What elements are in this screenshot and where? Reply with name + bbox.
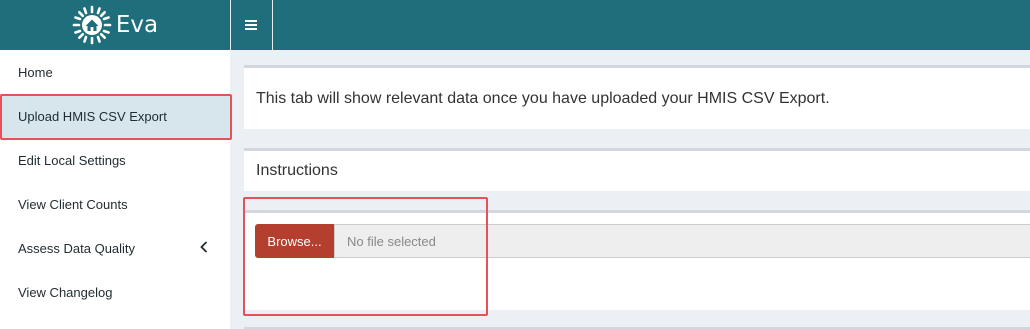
notice-box: This tab will show relevant data once yo…: [244, 65, 1030, 129]
sun-house-logo: [72, 5, 112, 45]
sidebar-item-label: View Client Counts: [18, 196, 128, 212]
sidebar-item-home[interactable]: Home: [0, 50, 230, 94]
instructions-title: Instructions: [256, 162, 338, 179]
sidebar-item-view-client-counts[interactable]: View Client Counts: [0, 182, 230, 226]
sidebar-item-view-changelog[interactable]: View Changelog: [0, 270, 230, 314]
notice-text: This tab will show relevant data once yo…: [256, 89, 830, 107]
sidebar-item-label: Assess Data Quality: [18, 240, 136, 256]
file-upload-input[interactable]: Browse... No file selected: [255, 224, 1030, 258]
sidebar-item-label: Edit Local Settings: [18, 152, 126, 168]
brand-logo-link[interactable]: Eva: [0, 0, 230, 50]
sidebar-item-label: Upload HMIS CSV Export: [18, 108, 167, 124]
sidebar-item-label: View Changelog: [18, 284, 113, 300]
sidebar-toggle-button[interactable]: [231, 0, 271, 50]
hamburger-icon: [245, 20, 257, 30]
sidebar-item-label: Home: [18, 64, 53, 80]
file-status-text: No file selected: [334, 224, 1030, 258]
sidebar-item-assess-data-quality[interactable]: Assess Data Quality: [0, 226, 230, 270]
top-header: Eva: [0, 0, 1030, 50]
instructions-box: Instructions: [244, 148, 1030, 191]
sidebar-item-upload-hmis-csv-export[interactable]: Upload HMIS CSV Export: [0, 94, 230, 138]
sidebar: Home Upload HMIS CSV Export Edit Local S…: [0, 50, 230, 329]
chevron-left-icon: [200, 241, 208, 253]
main-content: This tab will show relevant data once yo…: [230, 50, 1030, 329]
sidebar-item-edit-local-settings[interactable]: Edit Local Settings: [0, 138, 230, 182]
upload-box: Browse... No file selected: [244, 210, 1030, 310]
browse-button[interactable]: Browse...: [255, 224, 334, 258]
header-divider: [272, 0, 273, 50]
app-name: Eva: [115, 12, 159, 38]
